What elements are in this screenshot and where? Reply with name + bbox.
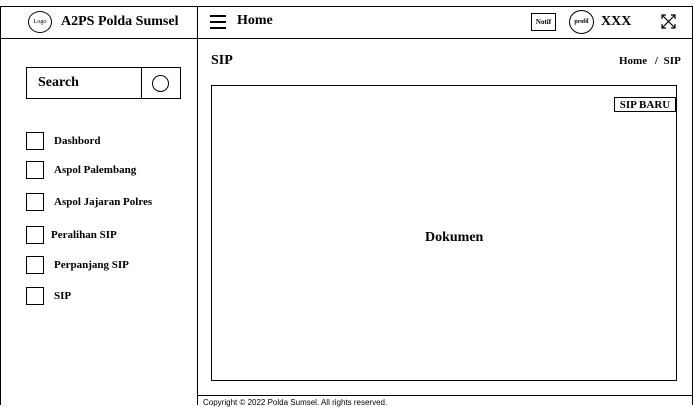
sidebar-item-sip[interactable]: SIP [26,287,71,305]
page-title: SIP [211,53,233,68]
sidebar-item-label: Perpanjang SIP [54,259,129,271]
header-bottom-border [0,38,693,39]
left-border [0,6,1,405]
breadcrumb-home[interactable]: Home [619,55,647,67]
logo-label: Logo [33,19,47,25]
header-top-border [0,6,693,7]
profile-label: profil [574,19,589,25]
footer-top-border [197,395,693,396]
search-box[interactable]: Search [26,67,181,99]
menu-item-icon [26,132,44,150]
header-home-label[interactable]: Home [237,13,273,29]
menu-item-icon [26,226,44,244]
breadcrumb-current: SIP [663,55,681,67]
brand-name: A2PS Polda Sumsel [61,14,179,29]
sidebar-item-label: Dashbord [54,135,101,147]
sidebar-item-dashbord[interactable]: Dashbord [26,132,100,150]
sidebar-item-peralihan-sip[interactable]: Peralihan SIP [26,226,117,244]
sidebar-item-label: Aspol Palembang [54,164,137,176]
hamburger-menu-icon[interactable] [210,14,226,29]
username: XXX [601,14,632,29]
sidebar-item-aspol-palembang[interactable]: Aspol Palembang [26,161,136,179]
notification-button[interactable]: Notif [531,13,556,31]
sidebar-item-label: SIP [54,290,72,302]
search-input[interactable]: Search [38,75,79,91]
sidebar-item-perpanjang-sip[interactable]: Perpanjang SIP [26,256,129,274]
sip-baru-button[interactable]: SIP BARU [614,97,676,112]
document-panel: SIP BARU Dokumen [211,85,677,381]
breadcrumb-separator: / [654,55,658,67]
profile-avatar[interactable]: profil [569,10,594,34]
menu-item-icon [26,193,44,211]
document-area-label: Dokumen [425,230,484,245]
logo[interactable]: Logo [28,11,52,33]
menu-item-icon [26,256,44,274]
sidebar-item-aspol-jajaran-polres[interactable]: Aspol Jajaran Polres [26,193,152,211]
sidebar-divider [197,6,198,405]
sidebar-item-label: Peralihan SIP [51,229,117,241]
footer-copyright: Copyright © 2022 Polda Sumsel. All right… [203,398,388,407]
fullscreen-icon[interactable] [660,13,677,30]
menu-item-icon [26,161,44,179]
search-icon[interactable] [152,75,169,92]
sidebar-item-label: Aspol Jajaran Polres [54,196,153,208]
menu-item-icon [26,287,44,305]
breadcrumb: Home / SIP [619,55,681,67]
notif-label: Notif [535,18,552,26]
